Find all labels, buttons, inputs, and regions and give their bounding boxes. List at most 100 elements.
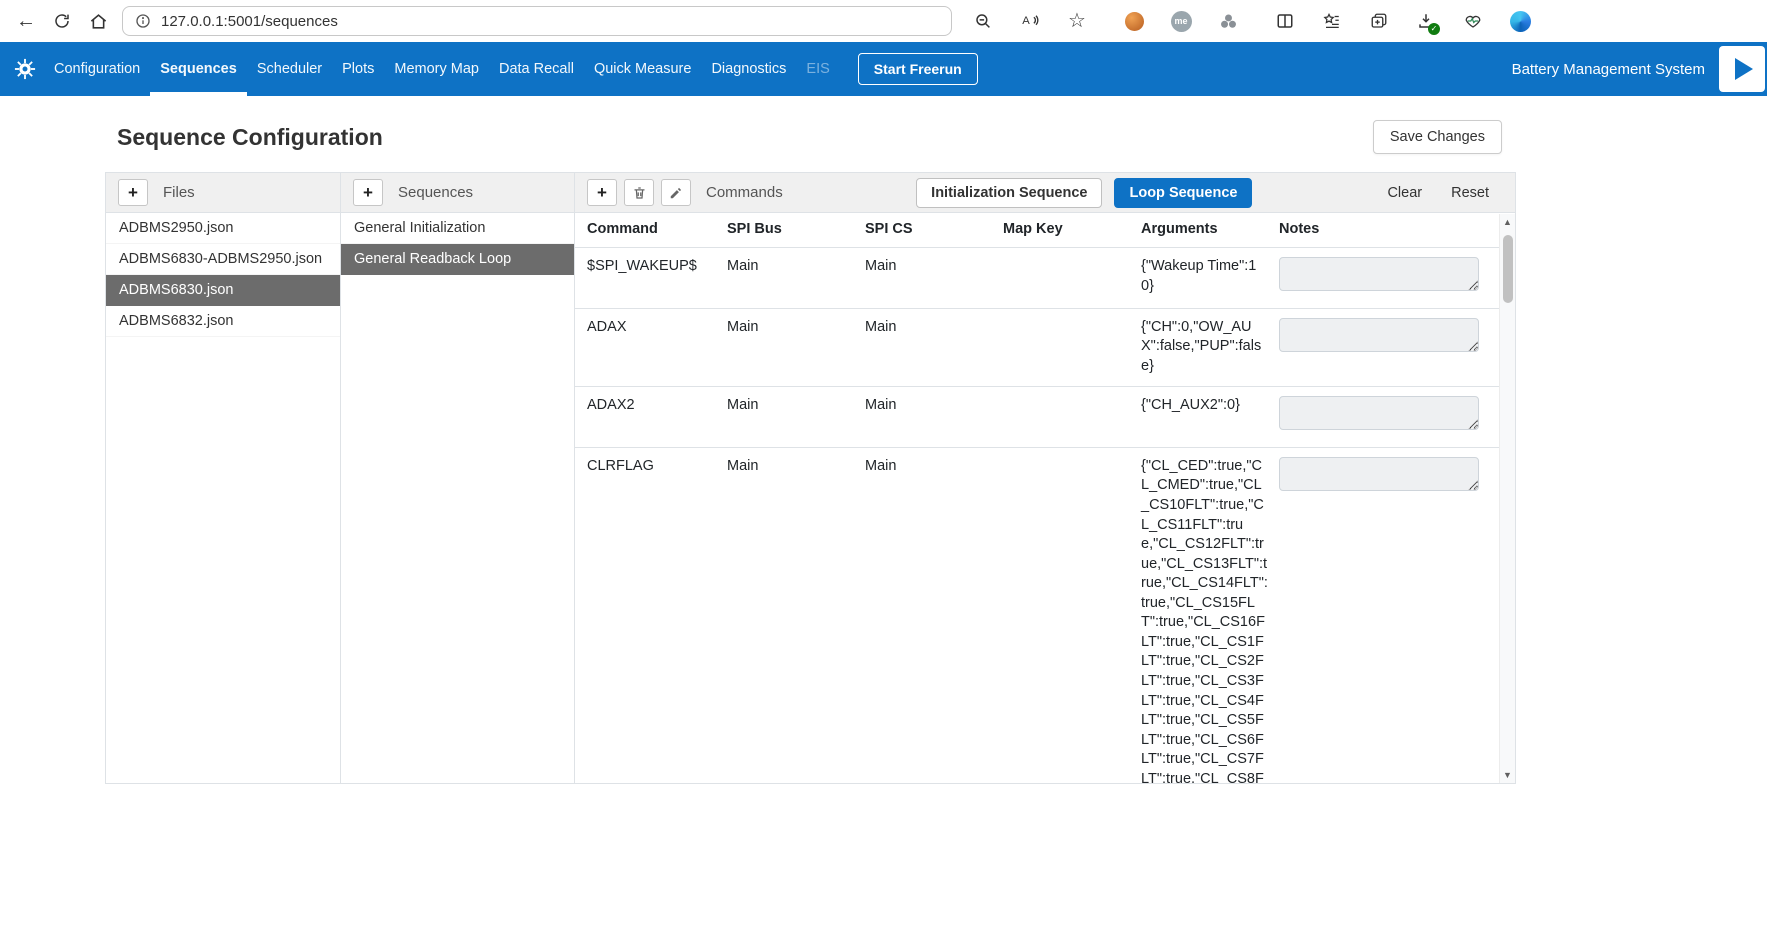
arguments-value: {"CL_CED":true,"CL_CMED":true,"CL_CS10FL… <box>1141 457 1279 783</box>
split-screen-button[interactable] <box>1268 5 1302 37</box>
app-title: Battery Management System <box>1512 61 1705 78</box>
notes-input[interactable] <box>1279 318 1479 352</box>
file-item-selected[interactable]: ADBMS6830.json <box>106 275 340 306</box>
files-panel-title: Files <box>163 184 195 201</box>
browser-logo-button[interactable] <box>1503 5 1537 37</box>
column-header-spi-cs: SPI CS <box>865 220 1003 240</box>
home-button[interactable] <box>80 4 116 38</box>
settings-gear-button[interactable] <box>14 42 36 96</box>
browser-essentials-button[interactable] <box>1456 5 1490 37</box>
url-text: 127.0.0.1:5001/sequences <box>161 13 338 30</box>
nav-tab-scheduler[interactable]: Scheduler <box>247 42 332 96</box>
pencil-icon <box>669 186 683 200</box>
nav-tab-plots[interactable]: Plots <box>332 42 384 96</box>
refresh-icon <box>53 12 71 30</box>
edit-command-button[interactable] <box>661 179 691 206</box>
back-icon: ← <box>16 11 36 31</box>
loop-sequence-button[interactable]: Loop Sequence <box>1114 178 1252 208</box>
commands-table-body: $SPI_WAKEUP$ Main Main {"Wakeup Time":10… <box>575 247 1515 783</box>
sequences-panel-header: + Sequences <box>341 173 574 213</box>
column-header-arguments: Arguments <box>1141 220 1279 240</box>
scroll-up-arrow[interactable]: ▲ <box>1500 214 1515 230</box>
nav-tab-configuration[interactable]: Configuration <box>44 42 150 96</box>
address-bar[interactable]: 127.0.0.1:5001/sequences <box>122 6 952 36</box>
column-header-command: Command <box>587 220 727 240</box>
nav-tab-sequences[interactable]: Sequences <box>150 42 247 96</box>
browser-toolbar-icons: A ☆ me <box>966 5 1537 37</box>
notes-input[interactable] <box>1279 257 1479 291</box>
command-row[interactable]: ADAX Main Main {"CH":0,"OW_AUX":false,"P… <box>575 308 1515 387</box>
column-header-map-key: Map Key <box>1003 220 1141 240</box>
nav-tab-diagnostics[interactable]: Diagnostics <box>701 42 796 96</box>
column-header-notes: Notes <box>1279 220 1489 240</box>
command-name: $SPI_WAKEUP$ <box>587 257 727 277</box>
notes-input[interactable] <box>1279 457 1479 491</box>
notes-input[interactable] <box>1279 396 1479 430</box>
extension-button-1[interactable] <box>1117 5 1151 37</box>
add-command-button[interactable]: + <box>587 179 617 206</box>
downloads-button[interactable]: ✓ <box>1409 5 1443 37</box>
file-item[interactable]: ADBMS6830-ADBMS2950.json <box>106 244 340 275</box>
gear-icon <box>14 58 36 80</box>
reset-button[interactable]: Reset <box>1451 185 1489 201</box>
column-header-spi-bus: SPI Bus <box>727 220 865 240</box>
collections-icon <box>1370 12 1388 30</box>
scroll-down-arrow[interactable]: ▼ <box>1500 767 1515 783</box>
command-name: CLRFLAG <box>587 457 727 477</box>
clear-button[interactable]: Clear <box>1387 185 1422 201</box>
page-title: Sequence Configuration <box>117 124 383 151</box>
start-freerun-button[interactable]: Start Freerun <box>858 53 978 85</box>
back-button[interactable]: ← <box>8 4 44 38</box>
extension-button-2[interactable] <box>1211 5 1245 37</box>
arguments-value: {"CH":0,"OW_AUX":false,"PUP":false} <box>1141 318 1279 377</box>
spi-bus-value: Main <box>727 318 865 338</box>
nav-tab-quick-measure[interactable]: Quick Measure <box>584 42 702 96</box>
sequence-item[interactable]: General Initialization <box>341 213 574 244</box>
nav-tab-memory-map[interactable]: Memory Map <box>384 42 489 96</box>
favorites-bar-icon <box>1323 12 1341 30</box>
nav-tab-eis: EIS <box>796 42 839 96</box>
scrollbar-thumb[interactable] <box>1503 235 1513 303</box>
favorites-bar-button[interactable] <box>1315 5 1349 37</box>
file-item[interactable]: ADBMS6832.json <box>106 306 340 337</box>
zoom-out-button[interactable] <box>966 5 1000 37</box>
nav-tab-data-recall[interactable]: Data Recall <box>489 42 584 96</box>
save-changes-button[interactable]: Save Changes <box>1373 120 1502 154</box>
favorite-star-button[interactable]: ☆ <box>1060 5 1094 37</box>
command-row[interactable]: ADAX2 Main Main {"CH_AUX2":0} <box>575 386 1515 447</box>
spi-bus-value: Main <box>727 257 865 277</box>
spi-cs-value: Main <box>865 457 1003 477</box>
trash-icon <box>632 185 647 201</box>
page-header: Sequence Configuration Save Changes <box>105 120 1516 154</box>
commands-table-header: Command SPI Bus SPI CS Map Key Arguments… <box>575 213 1515 247</box>
arguments-value: {"Wakeup Time":10} <box>1141 257 1279 296</box>
extension-icon-1 <box>1125 12 1144 31</box>
panels-row: + Files ADBMS2950.json ADBMS6830-ADBMS29… <box>105 172 1516 784</box>
site-info-icon[interactable] <box>135 13 151 29</box>
sequence-item-selected[interactable]: General Readback Loop <box>341 244 574 275</box>
command-name: ADAX2 <box>587 396 727 416</box>
add-sequence-button[interactable]: + <box>353 179 383 206</box>
file-item[interactable]: ADBMS2950.json <box>106 213 340 244</box>
play-icon <box>1735 58 1753 80</box>
arguments-value: {"CH_AUX2":0} <box>1141 396 1279 416</box>
command-row[interactable]: $SPI_WAKEUP$ Main Main {"Wakeup Time":10… <box>575 247 1515 308</box>
main-nav: Configuration Sequences Scheduler Plots … <box>0 42 1767 96</box>
spi-bus-value: Main <box>727 457 865 477</box>
delete-command-button[interactable] <box>624 179 654 206</box>
add-file-button[interactable]: + <box>118 179 148 206</box>
refresh-button[interactable] <box>44 4 80 38</box>
commands-panel-title: Commands <box>706 184 783 201</box>
collections-button[interactable] <box>1362 5 1396 37</box>
initialization-sequence-button[interactable]: Initialization Sequence <box>916 178 1102 208</box>
read-aloud-button[interactable]: A <box>1013 5 1047 37</box>
commands-scrollbar[interactable]: ▲ ▼ <box>1499 214 1515 783</box>
spi-bus-value: Main <box>727 396 865 416</box>
spi-cs-value: Main <box>865 257 1003 277</box>
command-row[interactable]: CLRFLAG Main Main {"CL_CED":true,"CL_CME… <box>575 447 1515 783</box>
profile-avatar-button[interactable]: me <box>1164 5 1198 37</box>
browser-essentials-icon <box>1464 12 1482 30</box>
run-panel-button[interactable] <box>1719 46 1765 92</box>
page-content: Sequence Configuration Save Changes + Fi… <box>105 120 1516 784</box>
nav-tabs: Configuration Sequences Scheduler Plots … <box>44 42 840 96</box>
